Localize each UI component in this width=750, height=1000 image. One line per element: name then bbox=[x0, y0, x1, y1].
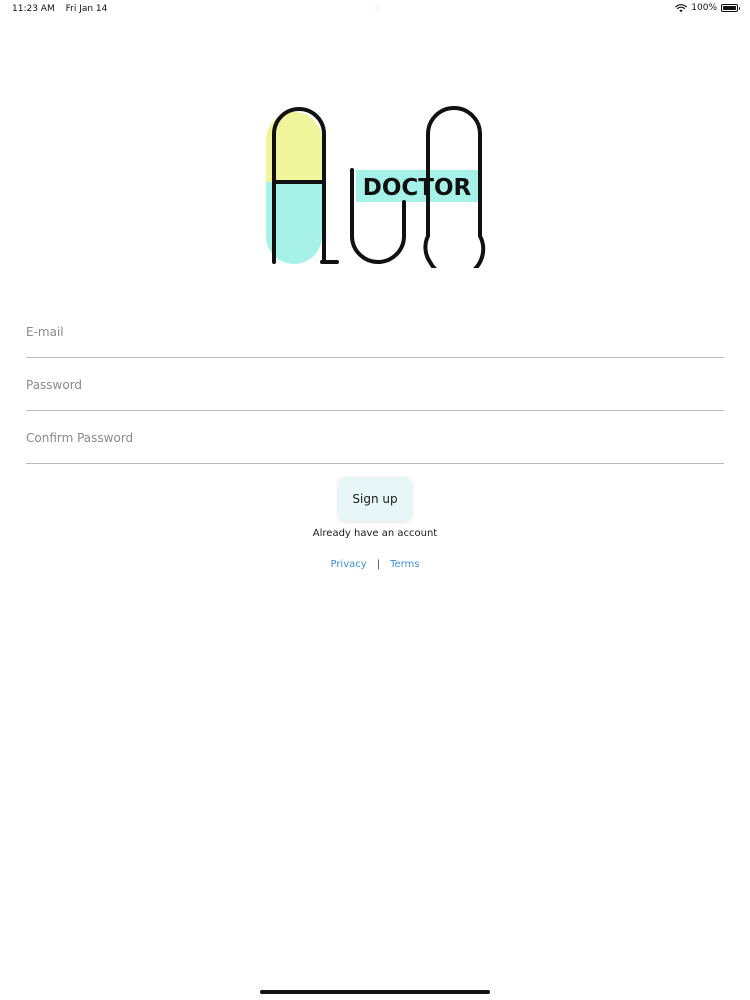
battery-percent: 100% bbox=[691, 3, 717, 13]
status-right: 100% bbox=[675, 3, 740, 13]
logo-graphic: DOCTOR bbox=[266, 106, 486, 268]
status-left: 11:23 AM Fri Jan 14 bbox=[12, 4, 115, 14]
terms-link[interactable]: Terms bbox=[390, 559, 419, 570]
confirm-password-field[interactable] bbox=[26, 411, 724, 464]
home-indicator[interactable] bbox=[260, 990, 490, 994]
battery-icon bbox=[721, 4, 740, 12]
wifi-icon bbox=[675, 4, 687, 13]
already-have-account-link[interactable]: Already have an account bbox=[0, 528, 750, 539]
confirm-password-input[interactable] bbox=[26, 427, 724, 449]
status-time: 11:23 AM bbox=[12, 4, 55, 14]
password-field[interactable] bbox=[26, 358, 724, 411]
logo-text: DOCTOR bbox=[363, 175, 472, 201]
signup-form bbox=[26, 305, 724, 464]
status-date: Fri Jan 14 bbox=[65, 4, 108, 14]
email-input[interactable] bbox=[26, 321, 724, 343]
privacy-link[interactable]: Privacy bbox=[330, 559, 366, 570]
status-bar: 11:23 AM Fri Jan 14 100% bbox=[0, 0, 750, 18]
signup-button[interactable]: Sign up bbox=[338, 477, 412, 521]
legal-separator: | bbox=[376, 559, 381, 570]
app-logo: DOCTOR bbox=[262, 104, 492, 268]
email-field[interactable] bbox=[26, 305, 724, 358]
password-input[interactable] bbox=[26, 374, 724, 396]
legal-links: Privacy | Terms bbox=[0, 559, 750, 570]
signup-screen: 11:23 AM Fri Jan 14 100% DOCTOR E-mail S… bbox=[0, 0, 750, 1000]
multitasking-dots-icon[interactable] bbox=[372, 7, 378, 9]
